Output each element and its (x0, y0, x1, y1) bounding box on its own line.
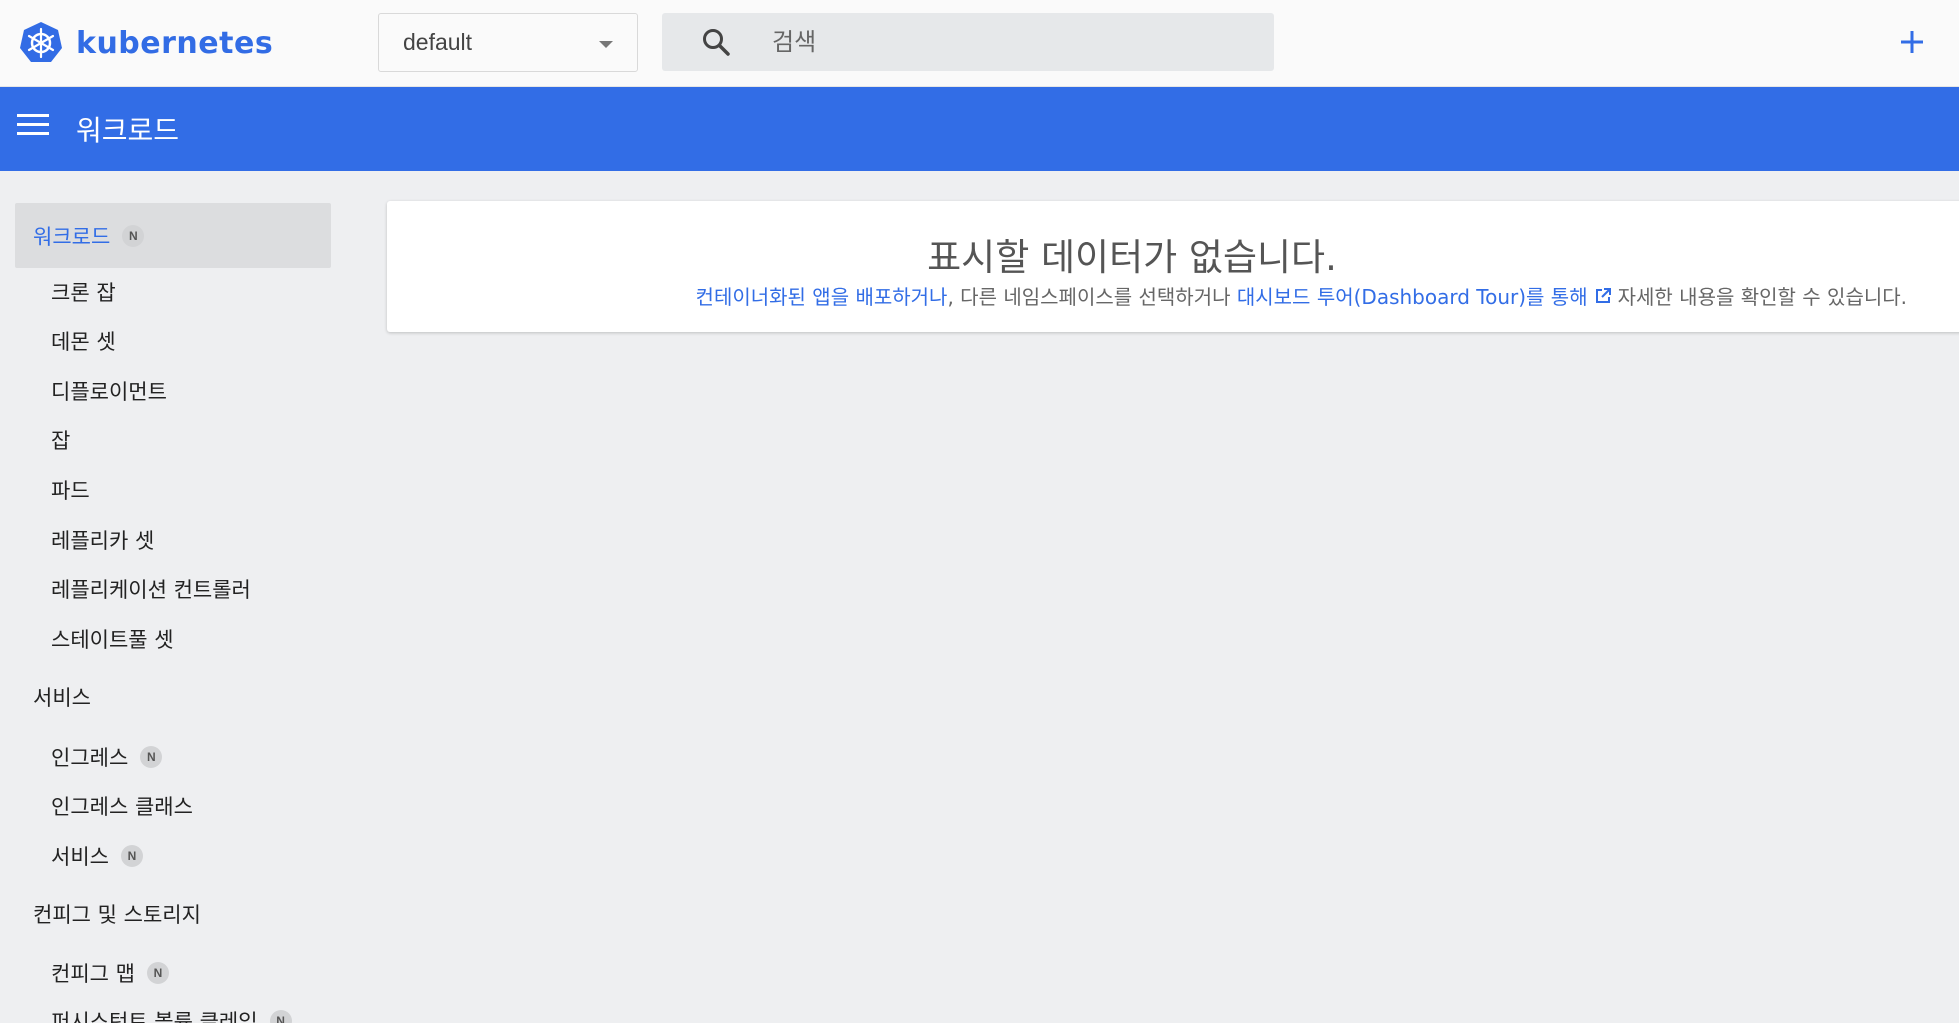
sidebar-item-configmaps[interactable]: 컨피그 맵 N (51, 953, 169, 993)
sidebar-item-label: 파드 (51, 479, 90, 503)
hamburger-line-icon (17, 132, 49, 135)
sidebar-item-label: 인그레스 (51, 746, 129, 770)
page-header-bar: 워크로드 (0, 87, 1959, 171)
external-link-icon[interactable] (1594, 287, 1612, 305)
sidebar-item-replicationcontrollers[interactable]: 레플리케이션 컨트롤러 (51, 569, 251, 609)
namespaced-badge: N (140, 746, 163, 768)
sidebar-item-label: 디플로이먼트 (51, 380, 167, 404)
sidebar-item-label: 잡 (51, 429, 71, 453)
sidebar-item-label: 레플리케이션 컨트롤러 (51, 578, 251, 602)
sidebar-item-label: 스테이트풀 셋 (51, 628, 174, 652)
sidebar-item-daemonsets[interactable]: 데몬 셋 (51, 321, 116, 361)
sidebar-item-label: 크론 잡 (51, 281, 116, 305)
sidebar-item-deployments[interactable]: 디플로이먼트 (51, 371, 167, 411)
dropdown-arrow-icon (599, 41, 613, 48)
plus-icon (1901, 31, 1923, 53)
create-resource-button[interactable] (1894, 24, 1930, 60)
namespaced-badge: N (122, 224, 145, 247)
search-input[interactable] (772, 23, 1232, 61)
empty-state-message: 컨테이너화된 앱을 배포하거나 , 다른 네임스페이스를 선택하거나 대시보드 … (387, 281, 1907, 310)
empty-state-end-text: 자세한 내용을 확인할 수 있습니다. (1617, 285, 1907, 309)
sidebar-item-label: 데몬 셋 (51, 330, 116, 354)
empty-state-middle-text: , 다른 네임스페이스를 선택하거나 (947, 285, 1237, 309)
sidebar-item-label: 레플리카 셋 (51, 529, 155, 553)
sidebar-group-services[interactable]: 서비스 (33, 677, 91, 717)
namespaced-badge: N (269, 1010, 292, 1023)
sidebar-group-label: 서비스 (33, 686, 91, 710)
hamburger-line-icon (17, 123, 49, 126)
sidebar-item-ingresses[interactable]: 인그레스 N (51, 737, 163, 777)
empty-state-card: 표시할 데이터가 없습니다. 컨테이너화된 앱을 배포하거나 , 다른 네임스페… (387, 201, 1959, 332)
search-box (662, 13, 1274, 71)
sidebar-item-replicasets[interactable]: 레플리카 셋 (51, 520, 154, 560)
sidebar-item-label: 서비스 (51, 845, 109, 869)
sidebar-item-jobs[interactable]: 잡 (51, 420, 70, 460)
sidebar-group-config-storage[interactable]: 컨피그 및 스토리지 (33, 894, 201, 934)
sidebar-item-statefulsets[interactable]: 스테이트풀 셋 (51, 619, 174, 659)
menu-toggle-button[interactable] (17, 114, 49, 144)
namespaced-badge: N (120, 845, 143, 867)
namespace-select[interactable]: default (378, 13, 638, 72)
sidebar-item-label: 인그레스 클래스 (51, 795, 193, 819)
namespaced-badge: N (146, 962, 169, 984)
kubernetes-logo[interactable]: kubernetes (18, 19, 273, 67)
kubernetes-helm-icon (20, 22, 62, 62)
sidebar-nav: 워크로드 N 크론 잡 데몬 셋 디플로이먼트 잡 파드 레플리카 셋 레플리케… (0, 171, 345, 1023)
sidebar-item-ingressclasses[interactable]: 인그레스 클래스 (51, 786, 193, 826)
sidebar-item-pods[interactable]: 파드 (51, 470, 90, 510)
hamburger-line-icon (17, 114, 49, 117)
namespace-value: default (403, 29, 473, 55)
brand-name: kubernetes (76, 25, 274, 61)
sidebar-group-label: 컨피그 및 스토리지 (33, 903, 201, 927)
sidebar-item-services[interactable]: 서비스 N (51, 836, 143, 876)
sidebar-item-cronjobs[interactable]: 크론 잡 (51, 272, 116, 312)
search-icon[interactable] (700, 26, 732, 58)
deploy-app-link[interactable]: 컨테이너화된 앱을 배포하거나 (696, 281, 948, 310)
top-toolbar: kubernetes default (0, 0, 1959, 87)
sidebar-item-label: 퍼시스턴트 볼륨 클레임 (51, 1010, 258, 1023)
page-title: 워크로드 (76, 114, 180, 147)
dashboard-tour-link[interactable]: 대시보드 투어(Dashboard Tour)를 통해 (1237, 281, 1588, 310)
sidebar-item-persistentvolumeclaims[interactable]: 퍼시스턴트 볼륨 클레임 N (51, 1001, 292, 1023)
empty-state-title: 표시할 데이터가 없습니다. (927, 236, 1337, 279)
sidebar-item-label: 컨피그 맵 (51, 962, 135, 986)
sidebar-item-workloads[interactable]: 워크로드 N (15, 203, 331, 268)
sidebar-item-label: 워크로드 (33, 224, 111, 249)
